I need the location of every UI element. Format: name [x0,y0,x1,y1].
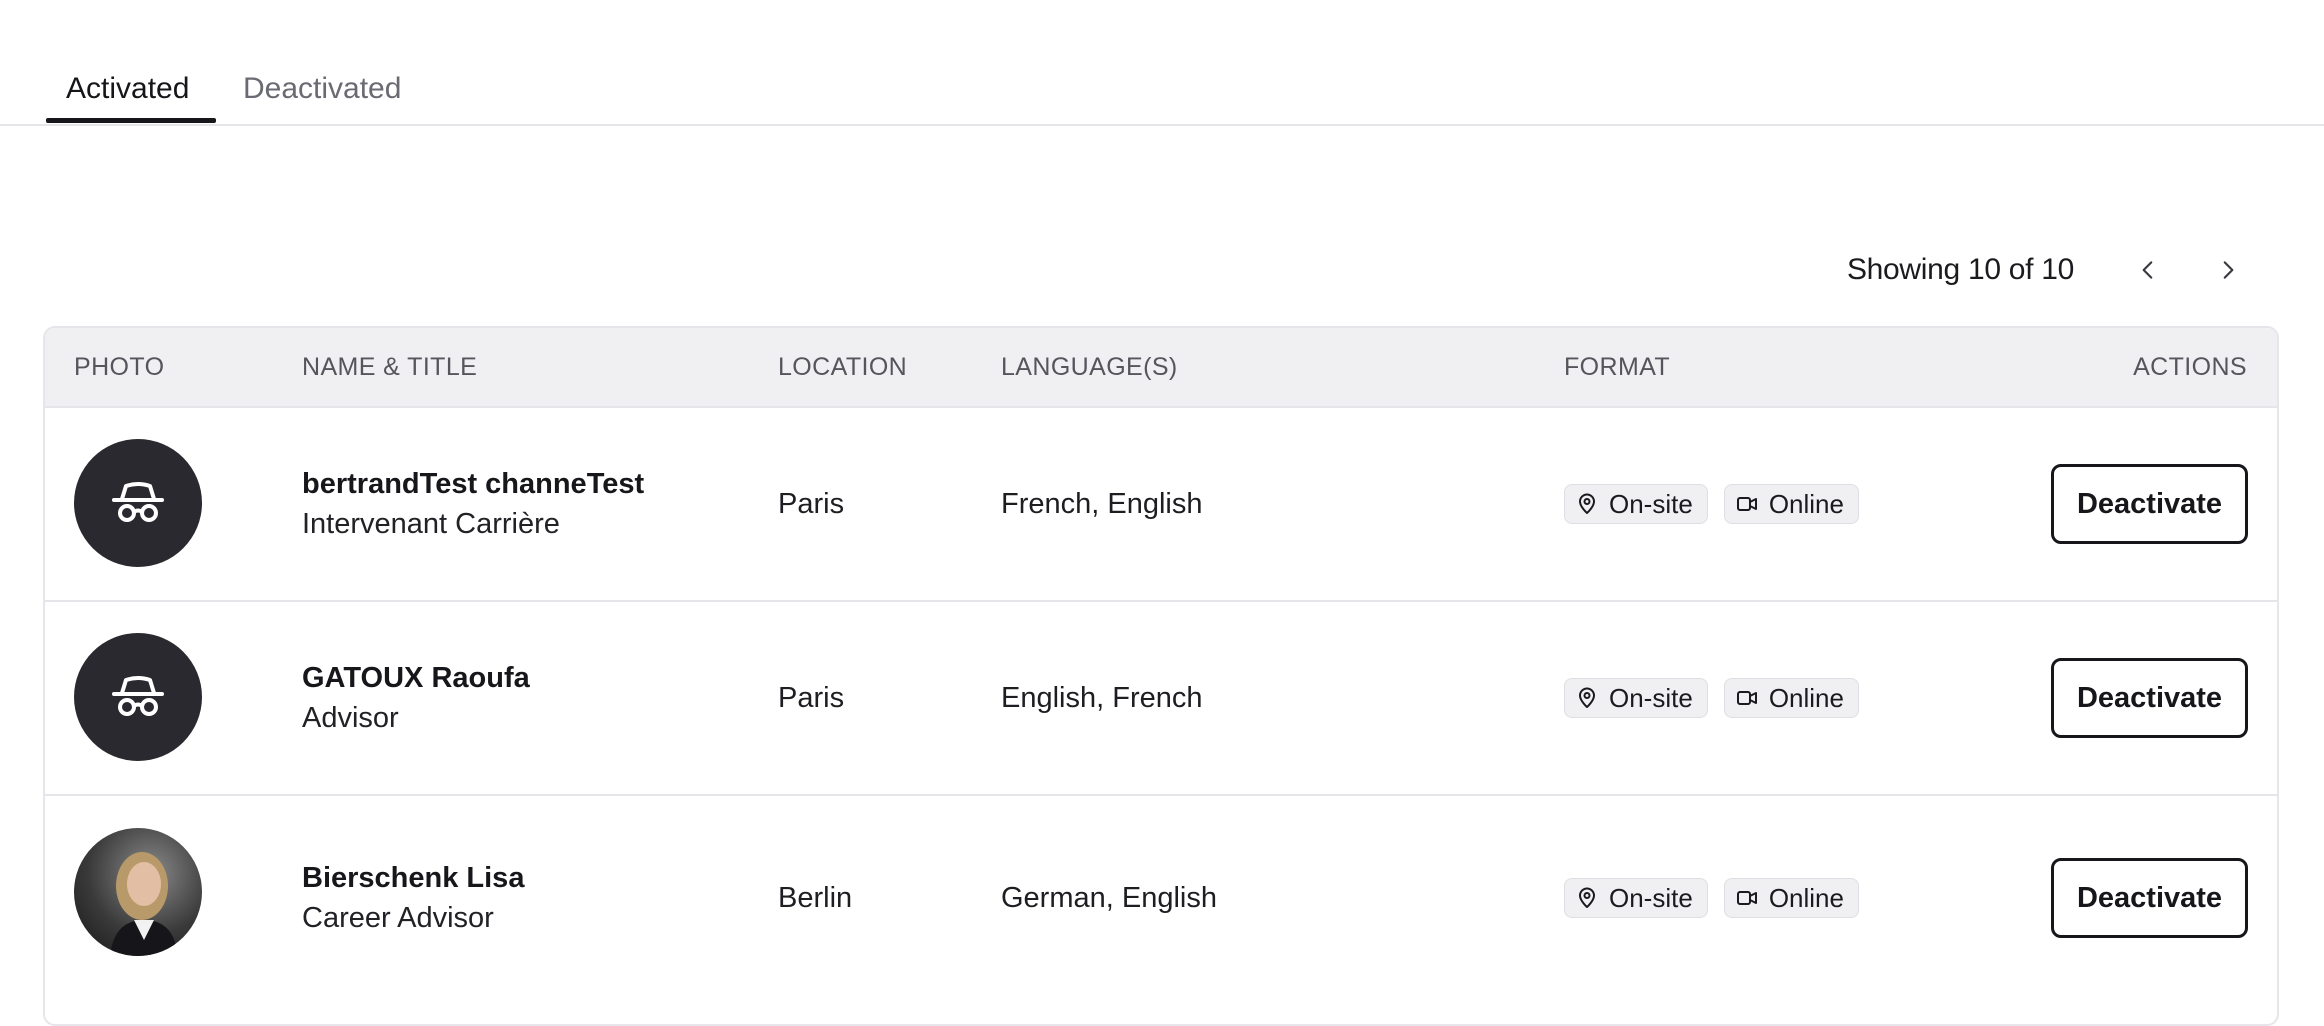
map-pin-icon [1579,887,1595,908]
person-name: Bierschenk Lisa [302,862,525,894]
chevron-left-icon [2142,261,2153,279]
format-badge-online: Online [1723,878,1859,918]
video-camera-icon [1736,691,1757,705]
previous-page-button[interactable] [2124,246,2172,294]
map-pin-icon [1579,687,1595,708]
format-badge-label: On-site [1609,488,1693,519]
format-cell: On-site Online [1564,878,1859,918]
format-badge-onsite: On-site [1564,878,1708,918]
format-badge-onsite: On-site [1564,484,1708,524]
table-row: bertrandTest channeTest Intervenant Carr… [45,406,2277,600]
format-cell: On-site Online [1564,484,1859,524]
deactivate-button[interactable]: Deactivate [2051,658,2248,738]
pagination: Showing 10 of 10 [1847,246,2252,294]
status-tabs: Activated Deactivated [0,0,2324,126]
chevron-right-icon [2223,261,2234,279]
format-badge-label: Online [1768,682,1844,713]
format-badge-onsite: On-site [1564,678,1708,718]
column-header-language: LANGUAGE(S) [1001,353,1178,381]
person-title: Intervenant Carrière [302,508,560,540]
language-cell: French, English [1001,488,1203,520]
format-badge-label: Online [1768,882,1844,913]
column-header-name: NAME & TITLE [302,353,478,381]
pagination-summary: Showing 10 of 10 [1846,253,2074,286]
column-header-photo: PHOTO [74,353,165,381]
video-camera-icon [1736,497,1757,511]
advisors-table: PHOTO NAME & TITLE LOCATION LANGUAGE(S) … [43,326,2279,1026]
column-header-format: FORMAT [1564,353,1671,381]
incognito-icon [112,482,164,522]
video-camera-icon [1736,891,1757,905]
person-title: Career Advisor [302,902,494,934]
table-row: GATOUX Raoufa Advisor Paris English, Fre… [45,600,2277,794]
location-cell: Berlin [778,882,853,914]
next-page-button[interactable] [2204,246,2252,294]
person-name: GATOUX Raoufa [302,662,530,694]
format-badge-label: Online [1768,488,1844,519]
avatar [74,439,202,567]
table-header: PHOTO NAME & TITLE LOCATION LANGUAGE(S) … [45,328,2277,406]
deactivate-button[interactable]: Deactivate [2051,464,2248,544]
avatar [74,633,202,761]
language-cell: German, English [1001,882,1217,914]
format-badge-label: On-site [1609,882,1693,913]
format-badge-online: Online [1723,678,1859,718]
active-tab-indicator [46,118,216,123]
name-title-cell: GATOUX Raoufa Advisor [302,658,530,738]
format-badge-online: Online [1723,484,1859,524]
name-title-cell: Bierschenk Lisa Career Advisor [302,858,524,938]
location-cell: Paris [778,682,845,714]
avatar-photo [74,828,202,956]
person-name: bertrandTest channeTest [302,468,645,500]
language-cell: English, French [1001,682,1203,714]
deactivate-button[interactable]: Deactivate [2051,858,2248,938]
column-header-actions: ACTIONS [2133,353,2247,381]
person-title: Advisor [302,702,399,734]
tab-activated[interactable]: Activated [66,66,189,112]
incognito-icon [112,676,164,716]
name-title-cell: bertrandTest channeTest Intervenant Carr… [302,464,644,544]
format-cell: On-site Online [1564,678,1859,718]
person-photo-icon [110,852,178,956]
map-pin-icon [1579,493,1595,514]
location-cell: Paris [778,488,845,520]
tab-deactivated[interactable]: Deactivated [243,66,401,112]
column-header-location: LOCATION [778,353,908,381]
table-row: Bierschenk Lisa Career Advisor Berlin Ge… [45,794,2277,994]
format-badge-label: On-site [1609,682,1693,713]
